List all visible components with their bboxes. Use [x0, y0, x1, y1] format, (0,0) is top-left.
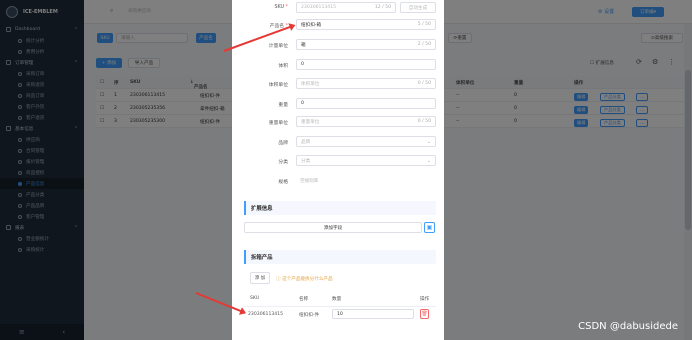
unit-label: 计量单位 — [268, 44, 288, 49]
field-volume: 体积 0 — [232, 59, 444, 71]
delete-icon[interactable]: 🗑 — [420, 309, 429, 319]
sku-placeholder: 230306113415 — [301, 5, 337, 10]
brand-label: 品牌 — [278, 141, 288, 146]
split-table-row: 230306113415 纽扣扣-件 10 🗑 — [244, 306, 436, 320]
field-brand: 品牌 品牌 ⌄ — [232, 136, 444, 148]
split-qty-value: 10 — [337, 311, 343, 317]
name-value: 纽扣扣-箱 — [301, 22, 322, 28]
edit-product-dialog: SKU * 23030611341512 / 50 自动生成 产品名 * 纽扣扣… — [232, 0, 444, 340]
field-unit: 计量单位 箱 2 / 50 — [232, 39, 444, 51]
split-row-name: 纽扣扣-件 — [299, 313, 320, 318]
category-placeholder: 分类 — [301, 158, 311, 164]
volume-label: 体积 — [278, 64, 288, 69]
field-category: 分类 分类 ⌄ — [232, 155, 444, 167]
split-add-button[interactable]: 添 加 — [250, 272, 270, 284]
category-select[interactable]: 分类 ⌄ — [296, 155, 436, 166]
split-section-title: 拆箱产品 — [244, 250, 436, 264]
brand-select[interactable]: 品牌 ⌄ — [296, 136, 436, 147]
add-field-button[interactable]: 添加字段 — [244, 222, 422, 233]
ext-section-title: 扩展信息 — [244, 201, 436, 215]
split-col-op: 操作 — [420, 297, 430, 302]
field-name: 产品名 * 纽扣扣-箱5 / 50 — [232, 19, 444, 31]
field-weight-unit: 重量单位 重量单位 0 / 50 — [232, 116, 444, 128]
spec-label: 规格 — [278, 180, 288, 185]
add-field-label: 添加字段 — [323, 225, 343, 231]
unit-count: 2 / 50 — [417, 42, 431, 47]
split-hint: ⓘ 这个产品能拆分什么产品 — [276, 277, 333, 282]
save-icon[interactable]: ▣ — [424, 222, 435, 233]
spec-placeholder: 空规则率 — [300, 179, 319, 184]
chevron-down-icon: ⌄ — [426, 157, 431, 164]
weight-unit-input[interactable]: 重量单位 0 / 50 — [296, 116, 436, 127]
split-col-sku: SKU — [250, 296, 260, 301]
unit-input[interactable]: 箱 2 / 50 — [296, 39, 436, 50]
sku-input[interactable]: 230306113415 12 / 50 — [296, 2, 396, 13]
split-qty-input[interactable]: 10 — [332, 309, 414, 319]
watermark: CSDN @dabusidede — [578, 321, 678, 332]
volume-unit-placeholder: 体积单位 — [301, 81, 320, 87]
field-weight: 重量 0 — [232, 98, 444, 110]
brand-placeholder: 品牌 — [301, 139, 311, 145]
split-hint-text: 这个产品能拆分什么产品 — [282, 277, 333, 282]
split-row-sku: 230306113415 — [248, 312, 284, 317]
volume-unit-count: 0 / 50 — [417, 81, 431, 86]
split-table-header: SKU 名称 数量 操作 — [244, 294, 436, 303]
weight-input[interactable]: 0 — [296, 98, 436, 109]
category-label: 分类 — [278, 160, 288, 165]
name-count: 5 / 50 — [417, 22, 431, 27]
sku-count: 12 / 50 — [374, 5, 391, 10]
name-input[interactable]: 纽扣扣-箱 5 / 50 — [296, 19, 436, 30]
split-col-name: 名称 — [299, 297, 309, 302]
auto-generate-button[interactable]: 自动生成 — [400, 2, 436, 13]
weight-value: 0 — [301, 101, 304, 106]
chevron-down-icon: ⌄ — [426, 138, 431, 145]
field-volume-unit: 体积单位 体积单位 0 / 50 — [232, 78, 444, 90]
volume-unit-label: 体积单位 — [268, 83, 288, 88]
volume-unit-input[interactable]: 体积单位 0 / 50 — [296, 78, 436, 89]
weight-unit-label: 重量单位 — [268, 121, 288, 126]
weight-label: 重量 — [278, 103, 288, 108]
split-col-qty: 数量 — [332, 297, 342, 302]
volume-input[interactable]: 0 — [296, 59, 436, 70]
weight-unit-count: 0 / 50 — [417, 119, 431, 124]
unit-value: 箱 — [301, 42, 306, 48]
sku-label: SKU * — [274, 5, 288, 10]
field-sku: SKU * 230306113415 12 / 50 自动生成 — [232, 2, 444, 14]
volume-value: 0 — [301, 62, 304, 67]
field-spec: 规格 空规则率 — [232, 175, 444, 187]
weight-unit-placeholder: 重量单位 — [301, 119, 320, 125]
